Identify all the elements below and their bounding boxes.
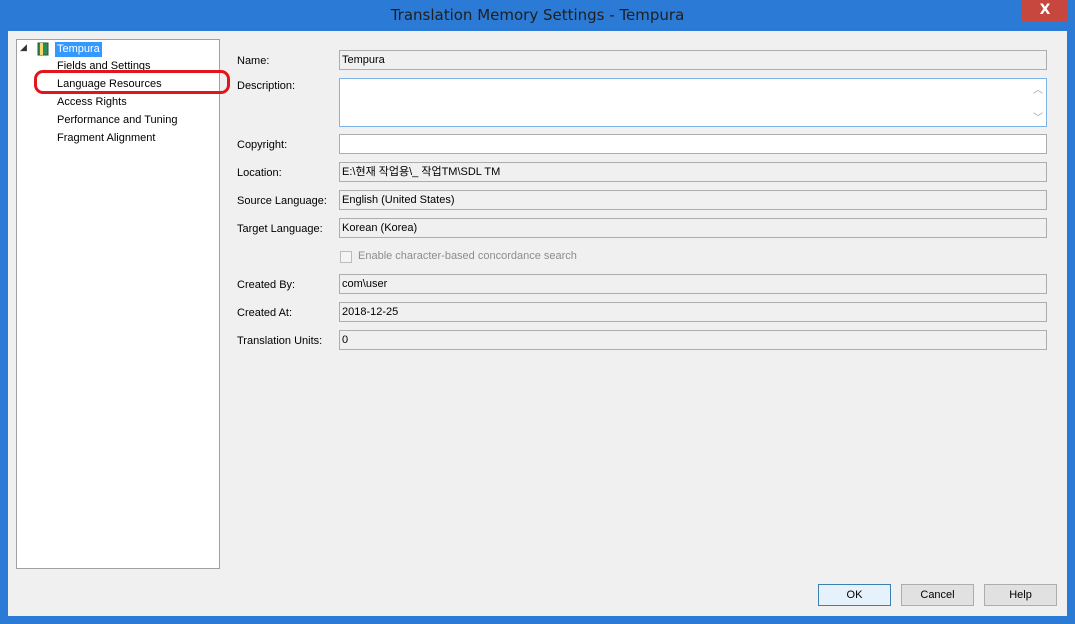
translation-memory-icon xyxy=(37,42,49,56)
description-textarea[interactable]: ︿ ﹀ xyxy=(339,78,1047,127)
target-language-label: Target Language: xyxy=(237,223,323,235)
name-field: Tempura xyxy=(339,50,1047,70)
tree-item-access-rights[interactable]: Access Rights xyxy=(57,95,127,109)
name-label: Name: xyxy=(237,55,270,67)
window-title: Translation Memory Settings - Tempura xyxy=(390,6,685,24)
copyright-field[interactable] xyxy=(339,134,1047,154)
source-language-field: English (United States) xyxy=(339,190,1047,210)
cancel-button[interactable]: Cancel xyxy=(901,584,974,606)
created-at-field: 2018-12-25 xyxy=(339,302,1047,322)
scroll-up-icon[interactable]: ︿ xyxy=(1033,81,1043,96)
dialog-client-area: ◢ Tempura Fields and Settings Language R… xyxy=(8,31,1067,616)
copyright-label: Copyright: xyxy=(237,139,288,151)
concordance-label: Enable character-based concordance searc… xyxy=(358,250,577,262)
dialog-window: Translation Memory Settings - Tempura X … xyxy=(0,0,1075,624)
title-bar[interactable]: Translation Memory Settings - Tempura X xyxy=(0,0,1075,30)
description-label: Description: xyxy=(237,80,296,92)
close-button[interactable]: X xyxy=(1022,0,1068,21)
location-field: E:\현재 작업용\_ 작업TM\SDL TM xyxy=(339,162,1047,182)
tree-item-fragment-alignment[interactable]: Fragment Alignment xyxy=(57,131,155,145)
translation-units-field: 0 xyxy=(339,330,1047,350)
created-by-field: com\user xyxy=(339,274,1047,294)
source-language-label: Source Language: xyxy=(237,195,327,207)
help-button[interactable]: Help xyxy=(984,584,1057,606)
scroll-down-icon[interactable]: ﹀ xyxy=(1033,109,1043,124)
created-at-label: Created At: xyxy=(237,307,293,319)
concordance-checkbox[interactable] xyxy=(340,251,352,263)
ok-button[interactable]: OK xyxy=(818,584,891,606)
close-icon: X xyxy=(1039,2,1051,18)
location-label: Location: xyxy=(237,167,282,179)
translation-units-label: Translation Units: xyxy=(237,335,323,347)
annotation-highlight xyxy=(34,70,230,94)
tree-item-performance-and-tuning[interactable]: Performance and Tuning xyxy=(57,113,177,127)
tree-item-tempura[interactable]: Tempura xyxy=(55,42,102,57)
created-by-label: Created By: xyxy=(237,279,296,291)
settings-tree[interactable]: ◢ Tempura Fields and Settings Language R… xyxy=(16,39,230,569)
target-language-field: Korean (Korea) xyxy=(339,218,1047,238)
collapse-arrow-icon[interactable]: ◢ xyxy=(20,43,27,53)
